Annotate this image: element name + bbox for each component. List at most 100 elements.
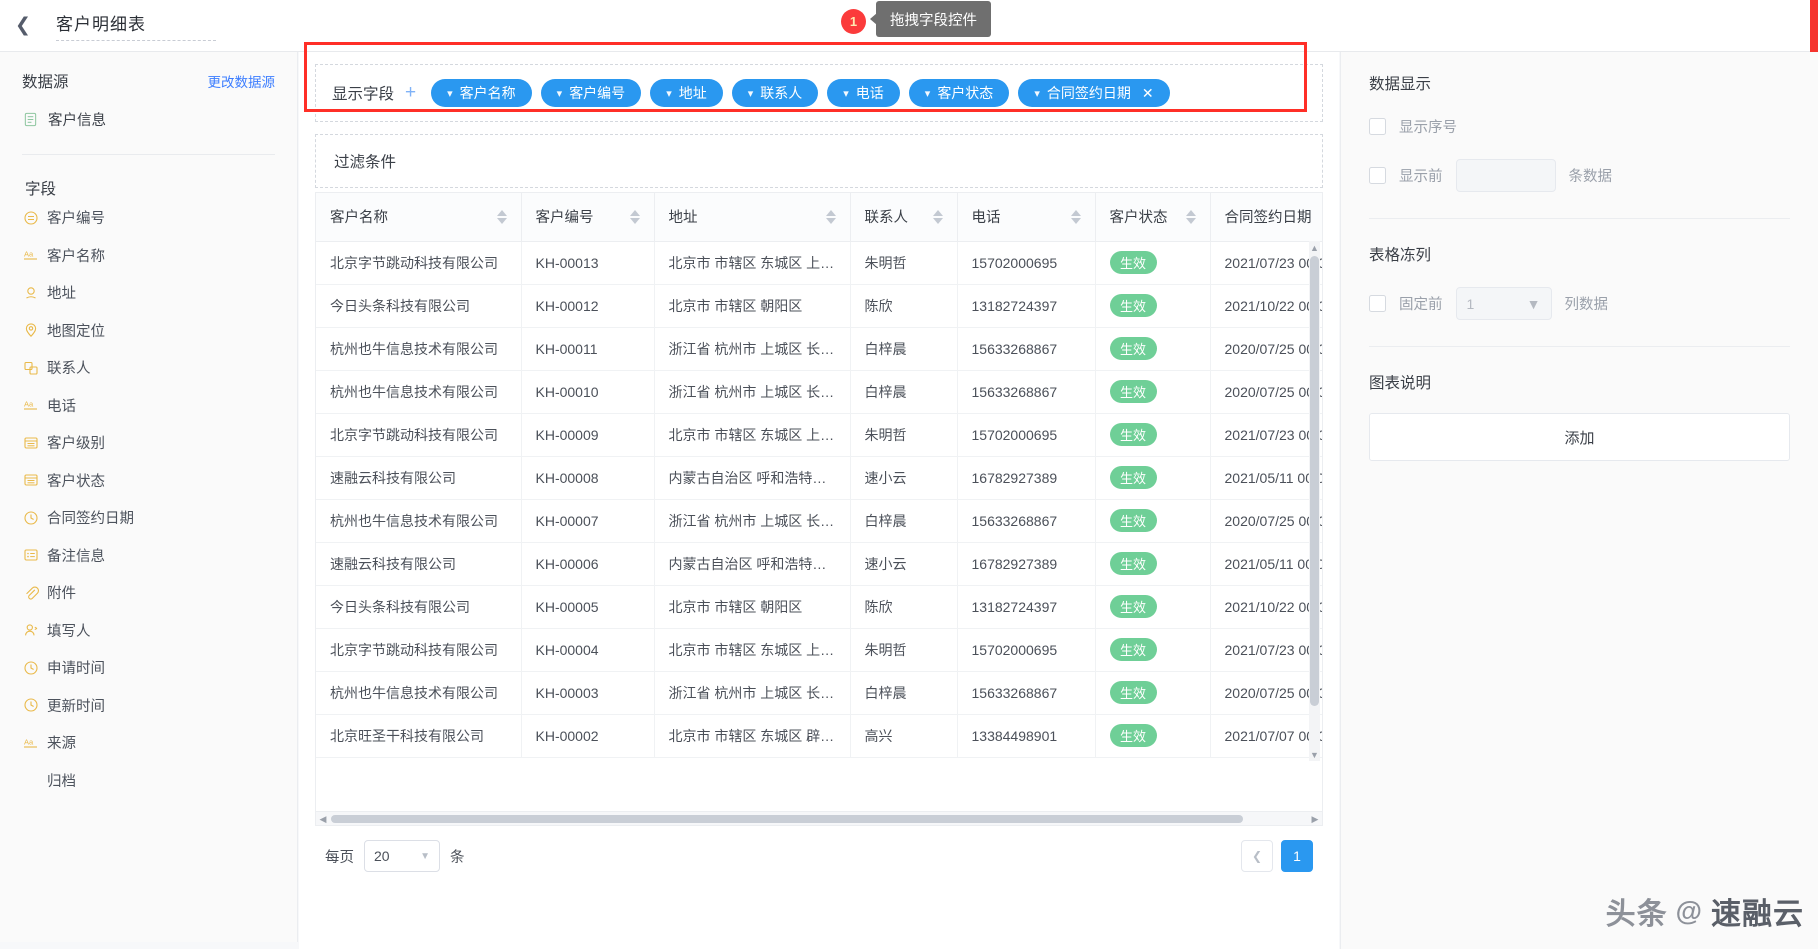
cell-address: 内蒙古自治区 呼和浩特市 ... [654, 456, 851, 500]
field-chip-1[interactable]: ▾ 客户名称 [431, 79, 532, 107]
page-1-button[interactable]: 1 [1281, 840, 1313, 872]
sort-icon[interactable] [825, 209, 836, 224]
filter-condition-bar[interactable]: 过滤条件 [315, 134, 1323, 188]
field-chip-4[interactable]: ▾ 联系人 [731, 79, 819, 107]
table-row[interactable]: 杭州也牛信息技术有限公司 KH-00010 浙江省 杭州市 上城区 长界... 白梓晨… [316, 370, 1322, 414]
field-item-6[interactable]: Aa 电话 [22, 387, 275, 425]
column-header-3[interactable]: 地址 [654, 193, 851, 242]
field-chip-5[interactable]: ▾ 电话 [827, 79, 900, 107]
column-header-5[interactable]: 电话 [957, 193, 1096, 242]
field-item-8[interactable]: 客户状态 [22, 462, 275, 500]
filter-condition-label: 过滤条件 [334, 154, 397, 171]
sort-icon[interactable] [1185, 209, 1196, 224]
sort-icon[interactable] [1070, 209, 1081, 224]
field-item-10[interactable]: 备注信息 [22, 537, 275, 575]
table-row[interactable]: 杭州也牛信息技术有限公司 KH-00003 浙江省 杭州市 上城区 长界... 白梓晨… [316, 671, 1322, 715]
horizontal-scroll-thumb[interactable] [331, 815, 1243, 823]
add-chart-note-button[interactable]: 添加 [1369, 413, 1790, 461]
sort-icon[interactable] [629, 209, 640, 224]
cell-customer-code: KH-00008 [521, 456, 655, 500]
field-item-13[interactable]: 申请时间 [22, 649, 275, 687]
show-first-checkbox[interactable] [1369, 167, 1386, 184]
cell-customer-name: 速融云科技有限公司 [316, 542, 522, 586]
chevron-down-icon: ▼ [420, 850, 430, 862]
field-item-4[interactable]: 地图定位 [22, 312, 275, 350]
field-item-2[interactable]: Aa 客户名称 [22, 237, 275, 275]
freeze-columns-select[interactable]: 1 ▼ [1455, 287, 1552, 320]
field-chip-3[interactable]: ▾ 地址 [650, 79, 723, 107]
cell-status: 生效 [1095, 370, 1211, 414]
field-item-11[interactable]: 附件 [22, 574, 275, 612]
field-item-12[interactable]: 填写人 [22, 612, 275, 650]
table-row[interactable]: 速融云科技有限公司 KH-00006 内蒙古自治区 呼和浩特市 ... 速小云 1678… [316, 542, 1322, 586]
table-row[interactable]: 今日头条科技有限公司 KH-00005 北京市 市辖区 朝阳区 陈欣 131827243… [316, 585, 1322, 629]
field-item-label: 客户名称 [47, 248, 105, 265]
field-item-15[interactable]: Aa 来源 [22, 724, 275, 762]
field-item-16[interactable]: 归档 [22, 762, 275, 800]
field-item-label: 合同签约日期 [47, 511, 134, 528]
vertical-scroll-thumb[interactable] [1310, 256, 1319, 706]
cell-customer-code: KH-00003 [521, 671, 655, 715]
sort-icon[interactable] [932, 209, 943, 224]
table-vertical-scrollbar[interactable]: ▲ ▼ [1309, 241, 1320, 761]
status-badge: 生效 [1109, 509, 1157, 532]
table-row[interactable]: 今日头条科技有限公司 KH-00012 北京市 市辖区 朝阳区 陈欣 131827243… [316, 284, 1322, 328]
freeze-columns-checkbox[interactable] [1369, 295, 1386, 312]
scroll-up-icon[interactable]: ▲ [1309, 241, 1320, 254]
scroll-down-icon[interactable]: ▼ [1309, 748, 1320, 761]
table-row[interactable]: 北京字节跳动科技有限公司 KH-00009 北京市 市辖区 东城区 上地 ... 朱明… [316, 413, 1322, 457]
table-horizontal-scrollbar[interactable]: ◀ ▶ [315, 812, 1323, 826]
back-button[interactable]: ❮ [0, 0, 46, 52]
cell-contract-date: 2020/07/25 00:0 [1210, 370, 1322, 414]
column-header-label: 电话 [971, 210, 1001, 227]
column-header-6[interactable]: 客户状态 [1095, 193, 1211, 242]
field-item-9[interactable]: 合同签约日期 [22, 499, 275, 537]
cell-customer-code: KH-00007 [521, 499, 655, 543]
table-row[interactable]: 北京旺圣干科技有限公司 KH-00002 北京市 市辖区 东城区 辟才... 高兴 13… [316, 714, 1322, 758]
field-item-7[interactable]: 客户级别 [22, 424, 275, 462]
column-header-7[interactable]: 合同签约日期 [1210, 193, 1322, 242]
remove-chip-icon[interactable]: ✕ [1142, 85, 1154, 102]
table-row[interactable]: 杭州也牛信息技术有限公司 KH-00011 浙江省 杭州市 上城区 长界... 白梓晨… [316, 327, 1322, 371]
column-header-2[interactable]: 客户编号 [521, 193, 655, 242]
display-fields-bar[interactable]: 显示字段 + ▾ 客户名称 ▾ 客户编号 ▾ 地址 ▾ 联系人 ▾ 电话 ▾ 客户状态 ▾ 合同签约日期 ✕ [315, 64, 1323, 122]
clock-icon [22, 659, 39, 676]
table-row[interactable]: 北京字节跳动科技有限公司 KH-00013 北京市 市辖区 东城区 上地 ... 朱明… [316, 241, 1322, 285]
field-chip-6[interactable]: ▾ 客户状态 [908, 79, 1010, 107]
freeze-columns-row: 固定前 1 ▼ 列数据 [1369, 287, 1790, 320]
per-page-select[interactable]: 20 ▼ [364, 840, 440, 872]
field-chip-label: 客户编号 [569, 85, 626, 101]
show-index-checkbox[interactable] [1369, 118, 1386, 135]
cell-contract-date: 2021/10/22 00:0 [1210, 284, 1322, 328]
field-chip-2[interactable]: ▾ 客户编号 [540, 79, 642, 107]
cell-contact: 白梓晨 [850, 671, 958, 715]
table-row[interactable]: 杭州也牛信息技术有限公司 KH-00007 浙江省 杭州市 上城区 长界... 白梓晨… [316, 499, 1322, 543]
field-item-1[interactable]: 客户编号 [22, 199, 275, 237]
scroll-left-icon[interactable]: ◀ [316, 812, 330, 826]
field-item-14[interactable]: 更新时间 [22, 687, 275, 725]
clock-icon [22, 697, 39, 714]
cell-contact: 高兴 [850, 714, 958, 758]
status-badge: 生效 [1109, 423, 1157, 446]
table-row[interactable]: 北京字节跳动科技有限公司 KH-00004 北京市 市辖区 东城区 上地 ... 朱明… [316, 628, 1322, 672]
field-item-5[interactable]: 联系人 [22, 349, 275, 387]
sort-icon[interactable] [496, 209, 507, 224]
text-aa-icon: Aa [22, 734, 39, 751]
table-body: 北京字节跳动科技有限公司 KH-00013 北京市 市辖区 东城区 上地 ... 朱明… [316, 241, 1322, 758]
datasource-item-customer-info[interactable]: 客户信息 [22, 109, 275, 130]
cell-status: 生效 [1095, 542, 1211, 586]
show-first-input[interactable] [1455, 159, 1556, 192]
paperclip-icon [22, 584, 39, 601]
chevron-down-icon: ▾ [1034, 87, 1040, 100]
field-chip-7[interactable]: ▾ 合同签约日期 ✕ [1018, 79, 1170, 107]
table-row[interactable]: 速融云科技有限公司 KH-00008 内蒙古自治区 呼和浩特市 ... 速小云 1678… [316, 456, 1322, 500]
prev-page-button[interactable]: ❮ [1241, 840, 1273, 872]
column-header-4[interactable]: 联系人 [850, 193, 958, 242]
column-header-1[interactable]: 客户名称 [316, 193, 522, 242]
change-datasource-link[interactable]: 更改数据源 [208, 71, 276, 91]
plus-icon[interactable]: + [405, 82, 416, 104]
cell-customer-name: 北京旺圣干科技有限公司 [316, 714, 522, 758]
scroll-right-icon[interactable]: ▶ [1308, 812, 1322, 826]
cell-contact: 白梓晨 [850, 327, 958, 371]
field-item-3[interactable]: 地址 [22, 274, 275, 312]
